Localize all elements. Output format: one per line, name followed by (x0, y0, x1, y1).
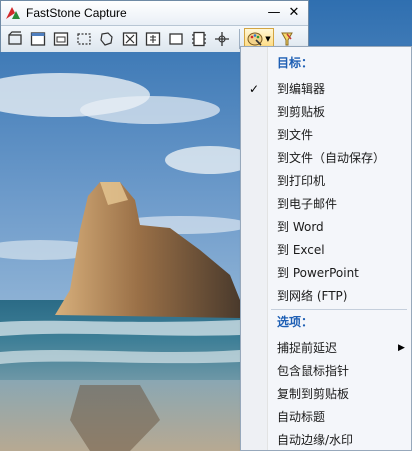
capture-scrolling-window-icon (122, 32, 138, 46)
menu-item-to-clipboard[interactable]: 到剪贴板 (241, 100, 411, 123)
capture-window-object-button[interactable] (28, 29, 48, 49)
capture-region-button[interactable] (166, 29, 186, 49)
menu-item-to-file[interactable]: 到文件 (241, 123, 411, 146)
window-title: FastStone Capture (26, 6, 127, 20)
capture-full-screen-icon (100, 32, 113, 46)
title-bar[interactable]: FastStone Capture — ✕ (1, 1, 308, 25)
submenu-arrow-icon: ▶ (398, 342, 405, 353)
menu-item-label: 包含鼠标指针 (277, 364, 350, 378)
faststone-logo-icon (6, 7, 20, 19)
close-button[interactable]: ✕ (285, 4, 303, 21)
chevron-down-icon: ▼ (265, 35, 271, 43)
menu-item-to-powerpoint[interactable]: 到 PowerPoint (241, 261, 411, 284)
menu-item-label: 到 PowerPoint (277, 266, 359, 280)
menu-item-label: 到剪贴板 (277, 105, 326, 119)
crosshair-icon (215, 32, 229, 46)
menu-item-label: 自动边缘/水印 (277, 433, 354, 447)
menu-item-to-excel[interactable]: 到 Excel (241, 238, 411, 261)
capture-freehand-icon (77, 33, 91, 45)
output-destination-icon (247, 32, 263, 46)
menu-header-destination: 目标： (277, 56, 314, 70)
minimize-button[interactable]: — (265, 4, 283, 21)
menu-item-label: 到文件（自动保存） (277, 151, 386, 165)
menu-item-capture-delay[interactable]: 捕捉前延迟 ▶ (241, 336, 411, 359)
capture-full-screen-button[interactable] (97, 29, 117, 49)
menu-item-label: 到文件 (277, 128, 314, 142)
menu-item-to-printer[interactable]: 到打印机 (241, 169, 411, 192)
menu-item-label: 到 Word (277, 220, 324, 234)
menu-item-label: 复制到剪贴板 (277, 387, 350, 401)
settings-icon (281, 32, 293, 46)
capture-window-object-icon (30, 32, 46, 46)
menu-item-to-editor[interactable]: ✓ 到编辑器 (241, 77, 411, 100)
menu-item-label: 到编辑器 (277, 82, 326, 96)
output-destination-menu: 目标： ✓ 到编辑器 到剪贴板 到文件 到文件（自动保存） 到打印机 到电子邮件… (240, 46, 412, 451)
capture-rectangle-icon (53, 32, 69, 46)
screen-crosshair-button[interactable] (212, 29, 232, 49)
menu-item-label: 到 Excel (277, 243, 325, 257)
menu-item-copy-to-clipboard[interactable]: 复制到剪贴板 (241, 382, 411, 405)
menu-header-options: 选项： (277, 315, 314, 329)
capture-region-icon (169, 33, 183, 45)
menu-item-to-email[interactable]: 到电子邮件 (241, 192, 411, 215)
capture-active-window-icon (8, 31, 22, 45)
capture-window: FastStone Capture — ✕ ▼ (0, 0, 309, 52)
menu-item-label: 自动标题 (277, 410, 326, 424)
capture-fixed-region-button[interactable] (143, 29, 163, 49)
menu-item-label: 到网络 (FTP) (277, 289, 348, 303)
menu-item-auto-caption[interactable]: 自动标题 (241, 405, 411, 428)
capture-fixed-region-icon (145, 32, 161, 46)
menu-item-to-file-autosave[interactable]: 到文件（自动保存） (241, 146, 411, 169)
capture-scrolling-window-button[interactable] (120, 29, 140, 49)
menu-item-to-ftp[interactable]: 到网络 (FTP) (241, 284, 411, 307)
menu-item-auto-edge-watermark[interactable]: 自动边缘/水印 (241, 428, 411, 451)
video-recorder-icon (192, 31, 206, 47)
menu-item-to-word[interactable]: 到 Word (241, 215, 411, 238)
capture-active-window-button[interactable] (5, 29, 25, 49)
capture-rectangle-button[interactable] (51, 29, 71, 49)
check-icon: ✓ (249, 81, 260, 96)
capture-freehand-button[interactable] (74, 29, 94, 49)
menu-item-label: 到打印机 (277, 174, 326, 188)
menu-item-label: 捕捉前延迟 (277, 341, 338, 355)
menu-item-label: 到电子邮件 (277, 197, 338, 211)
video-recorder-button[interactable] (189, 29, 209, 49)
menu-item-include-cursor[interactable]: 包含鼠标指针 (241, 359, 411, 382)
